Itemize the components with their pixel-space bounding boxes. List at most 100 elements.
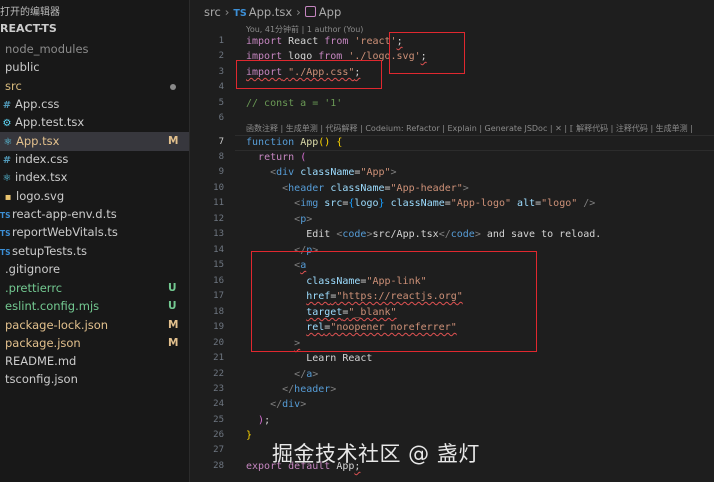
line-number: 22 (213, 369, 224, 379)
file-tree-label: .prettierrc (5, 281, 63, 295)
file-tree-item[interactable]: # index.css (0, 150, 189, 169)
line-number: 23 (213, 384, 224, 394)
code-text: function App() { (246, 135, 342, 151)
line-number: 14 (213, 245, 224, 255)
file-tree-item[interactable]: TSreact-app-env.d.ts (0, 205, 189, 224)
code-token: > (330, 384, 337, 395)
code-line[interactable]: 9 <div className="App"> (190, 165, 714, 181)
code-token: className (390, 198, 445, 209)
code-token: "App" (360, 167, 391, 178)
code-token: Learn React (246, 353, 373, 364)
code-line[interactable]: 13 Edit <code>src/App.tsx</code> and sav… (190, 227, 714, 243)
code-line[interactable]: 25 ); (190, 413, 714, 429)
code-text: </div> (246, 397, 306, 413)
code-editor[interactable]: src › TS App.tsx › App You, 41分钟前 | 1 author … (190, 0, 714, 482)
code-line[interactable]: 5 // const a = '1' (190, 96, 714, 112)
breadcrumb: src › TS App.tsx › App (204, 5, 341, 19)
chevron-right-icon: › (296, 5, 301, 19)
code-line[interactable]: 12 <p> (190, 212, 714, 228)
file-tree-item[interactable]: # App.css (0, 95, 189, 114)
code-text: <img src={logo} className="App-logo" alt… (246, 196, 595, 212)
project-folder-header[interactable]: REACT-TS (0, 22, 57, 35)
chevron-right-icon: › (224, 5, 230, 19)
file-tree-item[interactable]: TSsetupTests.ts (0, 242, 189, 261)
file-tree-item[interactable]: ⚛ index.tsx (0, 168, 189, 187)
code-text: <header className="App-header"> (246, 181, 469, 197)
code-token: className (300, 167, 355, 178)
code-token: alt (517, 198, 536, 209)
code-line[interactable]: 6 (190, 111, 714, 127)
code-token: > (306, 214, 313, 225)
line-number: 1 (218, 36, 224, 46)
watermark-text: 掘金技术社区 @ 盏灯 (272, 442, 480, 466)
file-tree-item[interactable]: public (0, 58, 189, 77)
code-token: /> (577, 198, 596, 209)
git-status-badge: U (168, 282, 177, 294)
code-token: "App-header" (390, 183, 463, 194)
breadcrumb-folder[interactable]: src (204, 5, 221, 19)
code-text: } (246, 428, 252, 444)
file-tree-item[interactable]: README.md (0, 352, 189, 371)
code-token: </ (270, 399, 283, 410)
code-line[interactable]: 10 <header className="App-header"> (190, 181, 714, 197)
file-tree-item[interactable]: .prettierrc U (0, 279, 189, 298)
file-tree-label: eslint.config.mjs (5, 299, 100, 313)
file-tree-item[interactable]: node_modules (0, 40, 189, 59)
file-tree-label: logo.svg (16, 189, 65, 203)
code-text: </header> (246, 382, 336, 398)
file-tree-label: index.css (15, 152, 69, 166)
code-line[interactable]: 21 Learn React (190, 351, 714, 367)
file-tree-label: src (5, 79, 22, 93)
line-number: 20 (213, 338, 224, 348)
file-tree-label: index.tsx (15, 170, 68, 184)
code-line[interactable]: 7 function App() { (190, 135, 714, 151)
modified-dot-icon (170, 83, 176, 90)
code-token: from (324, 36, 349, 47)
line-number: 17 (213, 291, 224, 301)
line-number: 27 (213, 445, 224, 455)
line-number: 10 (213, 183, 224, 193)
file-tree-item[interactable]: TSreportWebVitals.ts (0, 223, 189, 242)
git-status-badge: M (168, 135, 179, 147)
code-token: > (300, 399, 307, 410)
code-token: Edit (246, 229, 337, 240)
file-tree-item[interactable]: package.json M (0, 334, 189, 353)
line-number: 15 (213, 260, 224, 270)
code-token: src/App.tsx (372, 229, 439, 240)
typescript-file-icon: TS (233, 8, 247, 19)
code-text: return ( (246, 150, 306, 166)
file-tree-item[interactable]: eslint.config.mjs U (0, 297, 189, 316)
file-tree-item[interactable]: tsconfig.json (0, 370, 189, 389)
file-tree-item[interactable]: ⚙ App.test.tsx (0, 113, 189, 132)
code-token: return (258, 152, 295, 163)
code-line[interactable]: 8 return ( (190, 150, 714, 166)
code-line[interactable]: 23 </header> (190, 382, 714, 398)
code-token: React (282, 36, 325, 47)
annotation-box-anchor-attrs (251, 251, 537, 352)
file-tree-item[interactable]: package-lock.json M (0, 316, 189, 335)
code-token: import (246, 36, 283, 47)
breadcrumb-file[interactable]: App.tsx (249, 5, 292, 19)
code-line[interactable]: 24 </div> (190, 397, 714, 413)
open-editors-header[interactable]: 打开的编辑器 (0, 3, 60, 18)
annotation-box-semicolons (389, 32, 465, 74)
file-tree-item[interactable]: src (0, 77, 189, 96)
code-token: header (294, 384, 331, 395)
file-tree-item[interactable]: ⚛ App.tsx M (0, 132, 189, 151)
code-token: code (450, 229, 475, 240)
code-token: div (282, 399, 301, 410)
code-text: <div className="App"> (246, 165, 396, 181)
file-tree-label: setupTests.ts (12, 244, 87, 258)
file-tree-item[interactable]: .gitignore (0, 260, 189, 279)
git-status-badge: M (168, 319, 179, 331)
breadcrumb-symbol[interactable]: App (319, 5, 341, 19)
code-line[interactable]: 11 <img src={logo} className="App-logo" … (190, 196, 714, 212)
code-token: logo (354, 198, 379, 209)
line-number: 4 (218, 82, 224, 92)
file-tree-item[interactable]: ▪ logo.svg (0, 187, 189, 206)
explorer-sidebar: 打开的编辑器 REACT-TS node_modules public src # Ap… (0, 0, 190, 482)
line-number: 24 (213, 399, 224, 409)
code-line[interactable]: 22 </a> (190, 367, 714, 383)
